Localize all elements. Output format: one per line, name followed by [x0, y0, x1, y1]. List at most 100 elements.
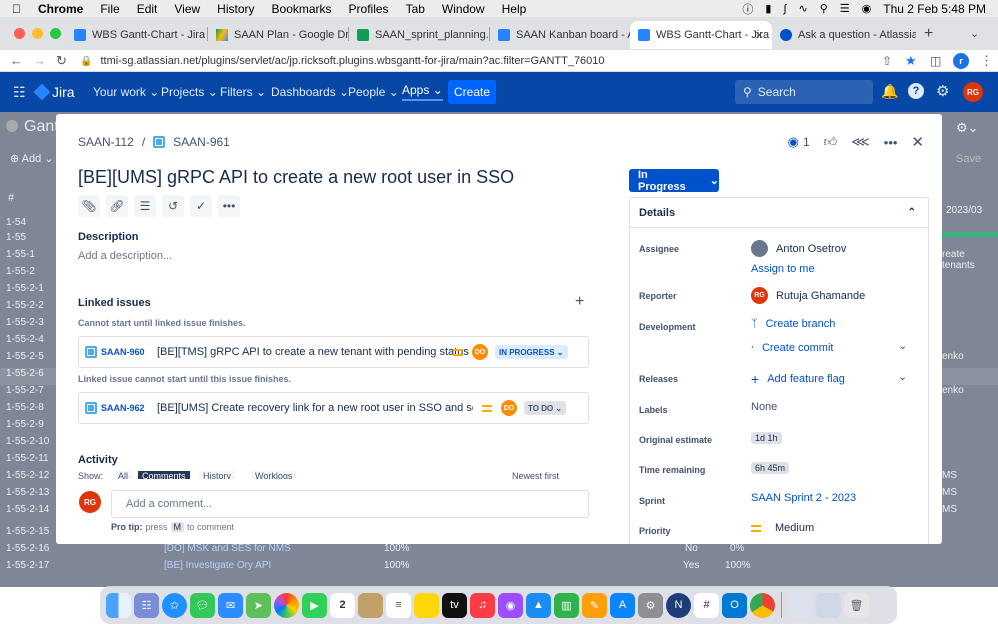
original-estimate-field[interactable]: 1d 1h: [751, 432, 782, 444]
calendar-icon[interactable]: 2: [330, 592, 355, 618]
outlook-icon[interactable]: O: [722, 592, 747, 618]
facetime-icon[interactable]: ▶: [302, 592, 327, 618]
linked-issue-summary[interactable]: [BE][UMS] Create recovery link for a new…: [157, 402, 473, 414]
nav-people[interactable]: People ⌄: [348, 85, 399, 99]
notes-icon[interactable]: [414, 592, 439, 618]
browser-tab[interactable]: Ask a question - Atlassia: [772, 21, 916, 49]
tv-icon[interactable]: tv: [442, 592, 467, 618]
menu-tab[interactable]: Tab: [406, 2, 425, 16]
nav-your-work[interactable]: Your work ⌄: [93, 85, 159, 99]
siri-icon[interactable]: ◉: [862, 2, 872, 15]
link-icon[interactable]: 🔗︎: [106, 195, 128, 217]
menu-file[interactable]: File: [100, 2, 119, 16]
close-tab-icon[interactable]: ✕: [755, 29, 764, 42]
watch-button[interactable]: ◉ 1: [788, 134, 810, 150]
nav-projects[interactable]: Projects ⌄: [161, 85, 218, 99]
attach-icon[interactable]: 📎︎: [78, 195, 100, 217]
reminders-icon[interactable]: ≡: [386, 592, 411, 618]
help-icon[interactable]: ?: [908, 83, 924, 99]
more-icon[interactable]: •••: [218, 195, 240, 217]
status-icon[interactable]: ⓘ: [742, 1, 753, 17]
pages-icon[interactable]: ✎: [582, 592, 607, 618]
sidebar-icon[interactable]: ◫: [930, 54, 941, 68]
bookmark-star-icon[interactable]: ★: [905, 53, 917, 69]
user-avatar[interactable]: RG: [963, 82, 983, 102]
menu-edit[interactable]: Edit: [137, 2, 158, 16]
forward-icon[interactable]: →: [33, 53, 46, 68]
safari-icon[interactable]: ✩: [162, 592, 187, 618]
minimize-window-button[interactable]: [32, 28, 43, 39]
like-icon[interactable]: 👍︎: [824, 134, 838, 150]
menu-history[interactable]: History: [217, 2, 254, 16]
messages-icon[interactable]: 💬︎: [190, 592, 215, 618]
launchpad-icon[interactable]: ☷: [134, 592, 159, 618]
details-header[interactable]: Details ⌃: [630, 198, 928, 228]
create-button[interactable]: Create: [448, 80, 496, 104]
browser-tab[interactable]: SAAN Kanban board - Ag: [490, 21, 630, 49]
share-icon[interactable]: ⇧: [882, 54, 892, 68]
filter-history[interactable]: History: [199, 471, 236, 479]
add-link-icon[interactable]: +: [575, 293, 584, 311]
chevron-down-icon[interactable]: ⌄: [898, 370, 907, 383]
linked-issue-key[interactable]: SAAN-962: [101, 403, 145, 413]
linked-issue-summary[interactable]: [BE][TMS] gRPC API to create a new tenan…: [157, 346, 477, 358]
browser-tab[interactable]: WBS Gantt-Chart - Jira: [66, 21, 206, 49]
filter-worklogs[interactable]: Worklogs: [251, 471, 297, 479]
control-center-icon[interactable]: ☰: [840, 2, 850, 15]
spotlight-icon[interactable]: ⚲: [820, 2, 828, 15]
close-window-button[interactable]: [14, 28, 25, 39]
status-button[interactable]: In Progress ⌄: [629, 169, 719, 193]
more-menu-icon[interactable]: ⋮: [980, 53, 993, 69]
breadcrumb-parent[interactable]: SAAN-112: [78, 135, 134, 149]
sprint-field[interactable]: SAAN Sprint 2 - 2023: [751, 492, 856, 504]
numbers-icon[interactable]: ▥: [554, 592, 579, 618]
reporter-field[interactable]: RG Rutuja Ghamande: [751, 287, 865, 304]
reload-icon[interactable]: ↻: [56, 53, 67, 69]
app-switcher-icon[interactable]: ☷: [13, 84, 26, 101]
jira-logo[interactable]: Jira: [33, 83, 75, 101]
maps-icon[interactable]: ➤: [246, 592, 271, 618]
time-remaining-field[interactable]: 6h 45m: [751, 462, 790, 474]
nav-filters[interactable]: Filters ⌄: [220, 85, 266, 99]
more-actions-icon[interactable]: •••: [884, 135, 898, 150]
podcasts-icon[interactable]: ◉: [498, 592, 523, 618]
breadcrumb-issue[interactable]: SAAN-961: [173, 135, 230, 149]
chrome-icon[interactable]: [750, 592, 775, 618]
sync-icon[interactable]: ↺: [162, 195, 184, 217]
priority-field[interactable]: Medium: [751, 522, 814, 534]
app-store-icon[interactable]: A: [610, 592, 635, 618]
battery-icon[interactable]: ▮: [765, 2, 771, 15]
sort-order[interactable]: Newest first: [512, 471, 559, 479]
keynote-icon[interactable]: ▲: [526, 592, 551, 618]
create-commit-link[interactable]: ⸱ Create commit: [751, 340, 833, 355]
tab-search-icon[interactable]: ⌄: [970, 27, 979, 40]
menu-profiles[interactable]: Profiles: [349, 2, 389, 16]
vpn-icon[interactable]: N: [666, 592, 691, 618]
assignee-field[interactable]: Anton Osetrov: [751, 240, 846, 257]
chevron-down-icon[interactable]: ⌄: [898, 339, 907, 352]
filter-all[interactable]: All: [114, 471, 133, 479]
comment-input[interactable]: Add a comment...: [111, 490, 589, 518]
clock[interactable]: Thu 2 Feb 5:48 PM: [883, 2, 986, 16]
filter-comments[interactable]: Comments: [138, 471, 190, 479]
menu-app-name[interactable]: Chrome: [38, 2, 83, 16]
mail-icon[interactable]: ✉: [218, 592, 243, 618]
bluetooth-icon[interactable]: ∫: [783, 3, 786, 15]
system-preferences-icon[interactable]: ⚙: [638, 592, 663, 618]
trash-icon[interactable]: 🗑︎: [844, 592, 869, 618]
menu-help[interactable]: Help: [502, 2, 527, 16]
browser-tab-active[interactable]: WBS Gantt-Chart - Jira ✕: [630, 21, 772, 49]
search-input[interactable]: ⚲ Search: [735, 80, 873, 104]
create-branch-link[interactable]: ᛉ Create branch: [751, 318, 835, 330]
notifications-icon[interactable]: 🔔: [881, 83, 898, 100]
apple-icon[interactable]: : [12, 2, 21, 16]
slack-icon[interactable]: #: [694, 592, 719, 618]
close-icon[interactable]: ✕: [911, 133, 924, 151]
menu-window[interactable]: Window: [442, 2, 485, 16]
status-lozenge[interactable]: IN PROGRESS ⌄: [495, 345, 568, 359]
share-icon[interactable]: ⋘: [851, 134, 870, 150]
status-lozenge[interactable]: TO DO ⌄: [524, 401, 567, 415]
child-issue-icon[interactable]: ☰: [134, 195, 156, 217]
nav-dashboards[interactable]: Dashboards ⌄: [271, 85, 349, 99]
linked-issue-key[interactable]: SAAN-960: [101, 347, 145, 357]
